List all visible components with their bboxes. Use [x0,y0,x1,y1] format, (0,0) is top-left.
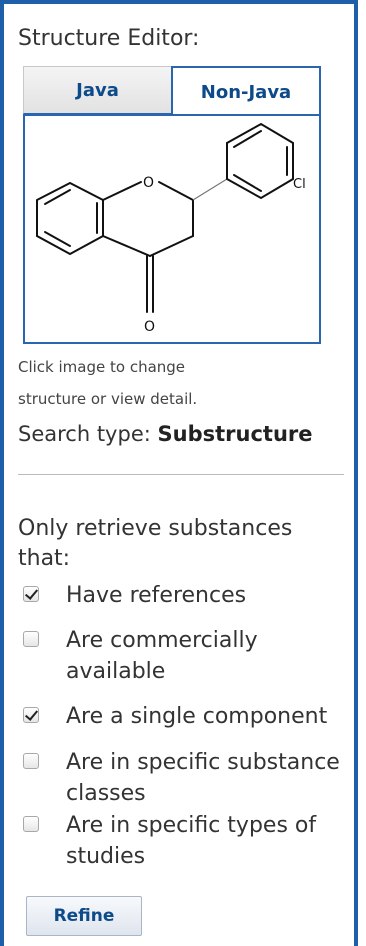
search-type-label: Search type: [18,422,151,446]
chlorine-label: Cl [293,177,306,192]
option-label: Are commercially available [66,628,258,684]
structure-search-panel: Structure Editor: Java Non-Java O O Cl C… [0,0,358,946]
refine-button[interactable]: Refine [26,896,142,936]
molecule-drawing: O O Cl [36,122,306,335]
option-label: Are in specific substance classes [66,750,340,806]
structure-editor-title: Structure Editor: [18,26,200,51]
divider [18,474,344,475]
structure-image[interactable]: O O Cl [23,114,321,344]
tab-non-java[interactable]: Non-Java [171,66,321,116]
structure-hint-line-2: structure or view detail. [18,390,198,408]
checkbox-have-references[interactable] [23,586,39,602]
carbonyl-oxygen-label: O [144,319,155,335]
filter-title: Only retrieve substances that: [18,516,293,571]
checkbox-commercially-available[interactable] [23,631,39,647]
option-label: Are in specific types of studies [66,813,317,869]
tab-java[interactable]: Java [23,66,171,114]
search-type-value: Substructure [157,422,313,446]
checkbox-types-of-studies[interactable] [23,816,39,832]
option-label: Have references [66,583,247,608]
option-label: Are a single component [66,704,328,729]
editor-tabs: Java Non-Java [23,66,321,116]
checkbox-single-component[interactable] [23,707,39,723]
checkbox-substance-classes[interactable] [23,753,39,769]
ring-oxygen-label: O [143,175,154,191]
structure-hint-line-1: Click image to change [18,358,186,376]
search-type: Search type: Substructure [18,422,313,446]
